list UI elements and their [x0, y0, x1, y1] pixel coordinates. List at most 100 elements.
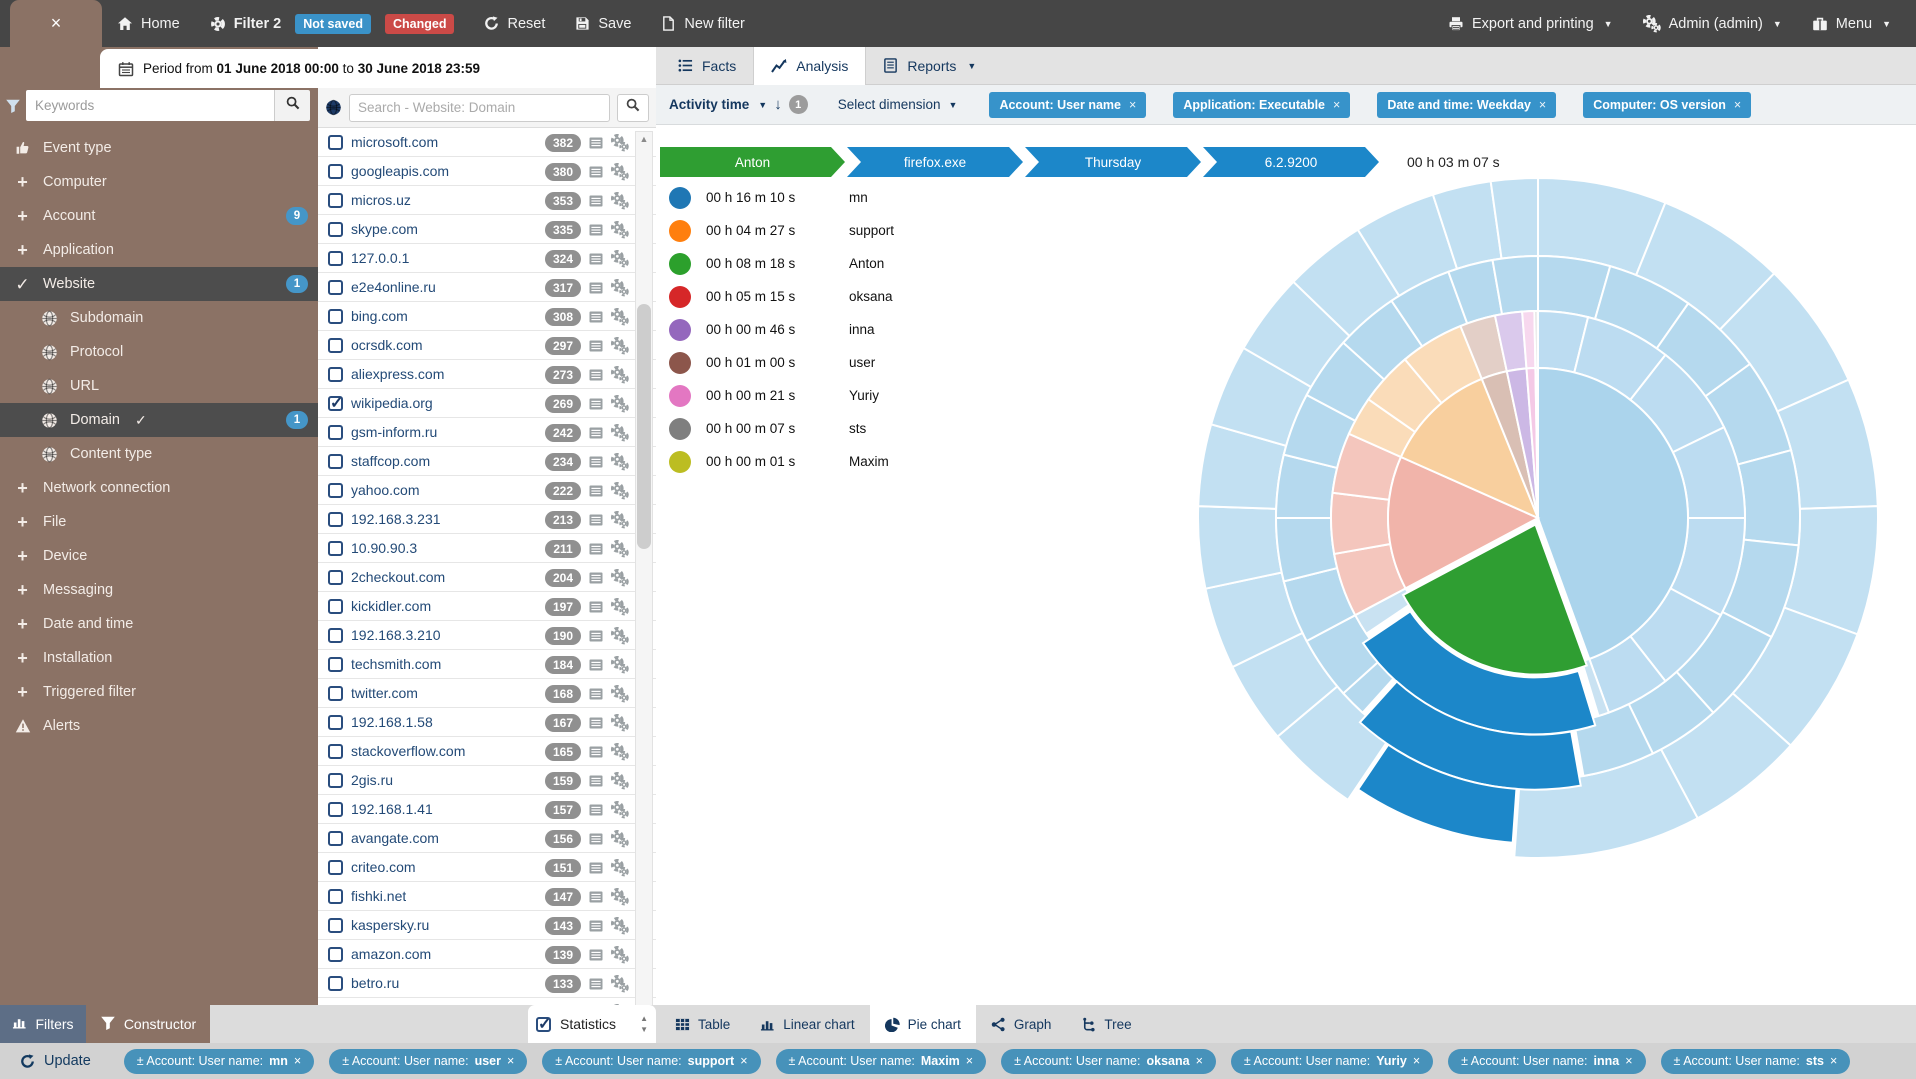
details-icon[interactable]: [588, 802, 604, 818]
sidebar-item-event-type[interactable]: Event type: [0, 131, 318, 165]
domain-row[interactable]: betro.ru133: [318, 969, 656, 998]
remove-icon[interactable]: ×: [1625, 1054, 1632, 1068]
sunburst-segment[interactable]: [1331, 493, 1390, 554]
sidebar-item-account[interactable]: +Account9: [0, 199, 318, 233]
toolbar-item-menu[interactable]: Menu▼: [1812, 16, 1891, 32]
domain-checkbox[interactable]: [328, 947, 343, 962]
sidebar-item-file[interactable]: +File: [0, 505, 318, 539]
keywords-input[interactable]: [26, 90, 274, 121]
scroll-up-icon[interactable]: ▲: [636, 132, 652, 146]
domain-row[interactable]: googleapis.com380: [318, 157, 656, 186]
domain-search-input[interactable]: [349, 94, 610, 122]
settings-gears-icon[interactable]: [611, 134, 629, 152]
details-icon[interactable]: [588, 628, 604, 644]
sidebar-item-date-and-time[interactable]: +Date and time: [0, 607, 318, 641]
tab-reports[interactable]: Reports▼: [866, 47, 993, 84]
details-icon[interactable]: [588, 773, 604, 789]
sidebar-item-application[interactable]: +Application: [0, 233, 318, 267]
sunburst-segment[interactable]: [1738, 450, 1800, 545]
domain-row[interactable]: 10.90.90.3211: [318, 534, 656, 563]
details-icon[interactable]: [588, 570, 604, 586]
details-icon[interactable]: [588, 889, 604, 905]
details-icon[interactable]: [588, 309, 604, 325]
settings-gears-icon[interactable]: [611, 888, 629, 906]
domain-checkbox[interactable]: [328, 657, 343, 672]
tab-analysis[interactable]: Analysis: [753, 47, 866, 85]
settings-gears-icon[interactable]: [611, 279, 629, 297]
tab-graph[interactable]: Graph: [976, 1005, 1067, 1043]
settings-gears-icon[interactable]: [611, 598, 629, 616]
settings-gears-icon[interactable]: [611, 859, 629, 877]
domain-checkbox[interactable]: [328, 831, 343, 846]
settings-gears-icon[interactable]: [611, 540, 629, 558]
domain-row[interactable]: wikipedia.org269: [318, 389, 656, 418]
legend-item[interactable]: 00 h 16 m 10 smn: [669, 181, 894, 214]
settings-gears-icon[interactable]: [611, 569, 629, 587]
details-icon[interactable]: [588, 454, 604, 470]
domain-checkbox[interactable]: [328, 889, 343, 904]
legend-item[interactable]: 00 h 08 m 18 sAnton: [669, 247, 894, 280]
domain-checkbox[interactable]: [328, 715, 343, 730]
scroll-down-icon[interactable]: ▼: [640, 1026, 648, 1034]
details-icon[interactable]: [588, 860, 604, 876]
settings-gears-icon[interactable]: [611, 250, 629, 268]
sidebar-item-installation[interactable]: +Installation: [0, 641, 318, 675]
domain-checkbox[interactable]: [328, 599, 343, 614]
domain-row[interactable]: gsm-inform.ru242: [318, 418, 656, 447]
details-icon[interactable]: [588, 715, 604, 731]
domain-checkbox[interactable]: [328, 541, 343, 556]
tab-tree[interactable]: Tree: [1066, 1005, 1146, 1043]
domain-checkbox[interactable]: [328, 918, 343, 933]
select-dimension-dropdown[interactable]: Select dimension ▼: [838, 97, 958, 112]
tab-filters[interactable]: Filters: [0, 1005, 86, 1043]
toolbar-item-home[interactable]: Home: [117, 16, 180, 32]
domain-row[interactable]: ocrsdk.com297: [318, 331, 656, 360]
domain-checkbox[interactable]: [328, 628, 343, 643]
domain-checkbox[interactable]: [328, 396, 343, 411]
toolbar-item-save[interactable]: Save: [575, 16, 631, 32]
breadcrumb-segment[interactable]: firefox.exe: [847, 147, 1023, 177]
domain-checkbox[interactable]: [328, 164, 343, 179]
update-button[interactable]: Update: [20, 1053, 91, 1069]
domain-row[interactable]: 192.168.1.58167: [318, 708, 656, 737]
details-icon[interactable]: [588, 657, 604, 673]
settings-gears-icon[interactable]: [611, 453, 629, 471]
account-filter-chip[interactable]: ± Account: User name:user×: [329, 1049, 527, 1074]
statistics-checkbox[interactable]: [536, 1017, 551, 1032]
toolbar-item-export-and-printing[interactable]: Export and printing▼: [1448, 16, 1613, 32]
domain-row[interactable]: amazon.com139: [318, 940, 656, 969]
domain-row[interactable]: 2gis.ru159: [318, 766, 656, 795]
settings-gears-icon[interactable]: [611, 743, 629, 761]
domain-search-button[interactable]: [617, 94, 649, 122]
account-filter-chip[interactable]: ± Account: User name:Maxim×: [776, 1049, 987, 1074]
scrollbar-thumb[interactable]: [637, 304, 651, 549]
domain-checkbox[interactable]: [328, 860, 343, 875]
tab-facts[interactable]: Facts: [661, 47, 753, 84]
settings-gears-icon[interactable]: [611, 308, 629, 326]
domain-checkbox[interactable]: [328, 251, 343, 266]
domain-checkbox[interactable]: [328, 425, 343, 440]
tab-pie-chart[interactable]: Pie chart: [870, 1005, 976, 1043]
legend-item[interactable]: 00 h 00 m 46 sinna: [669, 313, 894, 346]
toolbar-item-filter[interactable]: Filter 2Not savedChanged: [210, 14, 455, 34]
settings-gears-icon[interactable]: [611, 685, 629, 703]
settings-gears-icon[interactable]: [611, 395, 629, 413]
details-icon[interactable]: [588, 947, 604, 963]
legend-item[interactable]: 00 h 01 m 00 suser: [669, 346, 894, 379]
details-icon[interactable]: [588, 425, 604, 441]
sidebar-item-domain[interactable]: Domain✓1: [0, 403, 318, 437]
domain-row[interactable]: 192.168.3.210190: [318, 621, 656, 650]
settings-gears-icon[interactable]: [611, 627, 629, 645]
details-icon[interactable]: [588, 222, 604, 238]
account-filter-chip[interactable]: ± Account: User name:Yuriy×: [1231, 1049, 1433, 1074]
sidebar-item-computer[interactable]: +Computer: [0, 165, 318, 199]
domain-row[interactable]: 127.0.0.1324: [318, 244, 656, 273]
sidebar-item-subdomain[interactable]: Subdomain: [0, 301, 318, 335]
domain-row[interactable]: avangate.com156: [318, 824, 656, 853]
domain-checkbox[interactable]: [328, 367, 343, 382]
remove-icon[interactable]: ×: [1539, 98, 1546, 112]
domain-checkbox[interactable]: [328, 309, 343, 324]
toolbar-item-admin[interactable]: Admin (admin)▼: [1643, 15, 1782, 33]
domain-row[interactable]: techsmith.com184: [318, 650, 656, 679]
domain-checkbox[interactable]: [328, 222, 343, 237]
